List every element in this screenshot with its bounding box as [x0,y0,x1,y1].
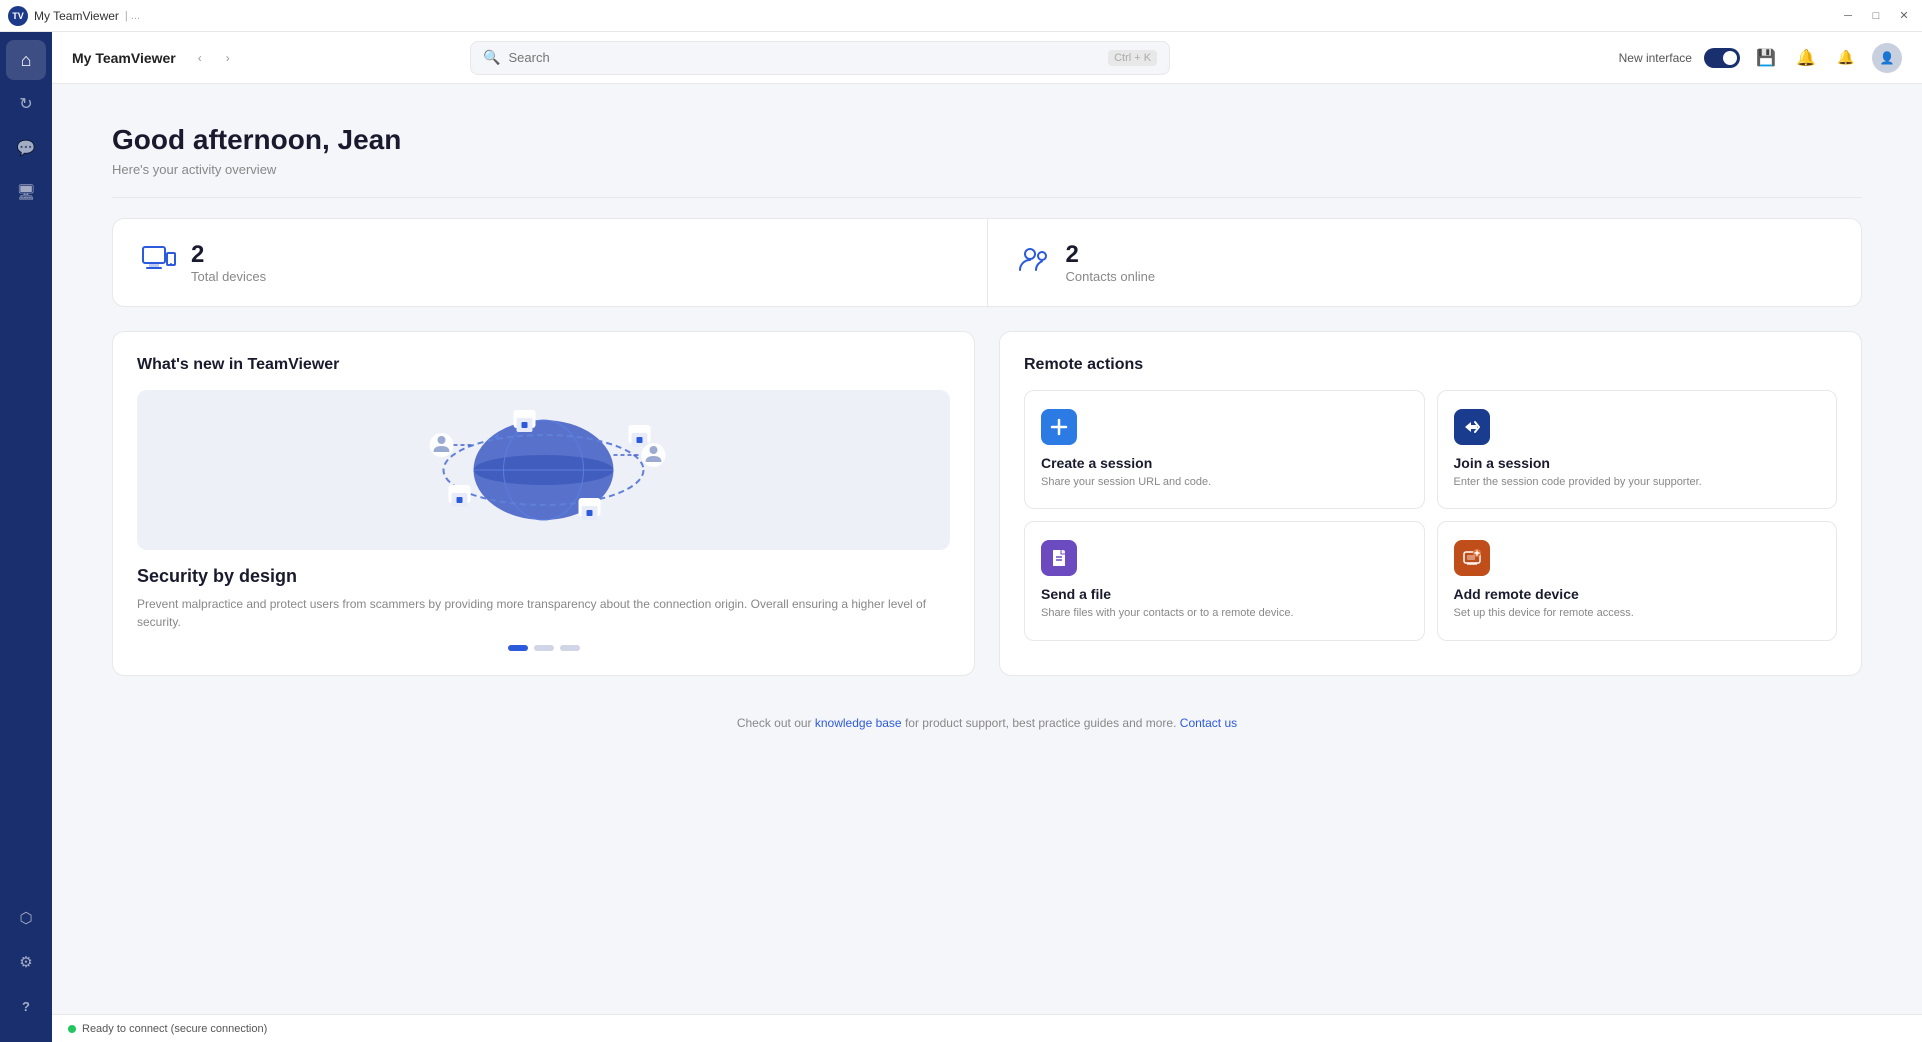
maximize-button[interactable]: □ [1866,6,1886,26]
page-greeting: Good afternoon, Jean [112,124,1862,156]
avatar[interactable]: 👤 [1872,43,1902,73]
window-controls: ─ □ ✕ [1838,6,1914,26]
remote-icon: ↻ [19,94,32,114]
stats-row: 2 Total devices 2 [112,218,1862,307]
join-session-title: Join a session [1454,455,1821,471]
knowledge-base-link[interactable]: knowledge base [815,716,902,730]
contact-us-link[interactable]: Contact us [1180,716,1237,730]
stat-devices: 2 Total devices [113,219,987,306]
contacts-info: 2 Contacts online [1066,241,1156,284]
dot-3[interactable] [560,645,580,651]
nav-forward-button[interactable]: › [216,46,240,70]
create-session-desc: Share your session URL and code. [1041,475,1408,490]
illustration-area [137,390,950,550]
nav-arrows: ‹ › [188,46,240,70]
nav-back-button[interactable]: ‹ [188,46,212,70]
contacts-icon [1016,242,1052,283]
add-remote-title: Add remote device [1454,586,1821,602]
sidebar: ⌂ ↻ 💬 🖥 ⬡ ⚙ ? [0,32,52,1042]
devices-count: 2 [191,241,266,269]
carousel-dots [137,645,950,651]
sidebar-bottom: ⬡ ⚙ ? [6,898,46,1034]
topbar: My TeamViewer ‹ › 🔍 Ctrl + K New interfa… [52,32,1922,84]
cards-row: What's new in TeamViewer [112,331,1862,676]
join-session-desc: Enter the session code provided by your … [1454,475,1821,490]
search-input[interactable] [508,50,1100,65]
action-join-session[interactable]: Join a session Enter the session code pr… [1437,390,1838,509]
create-session-title: Create a session [1041,455,1408,471]
sidebar-item-remote[interactable]: ↻ [6,84,46,124]
remote-actions-title: Remote actions [1024,356,1837,374]
save-icon[interactable]: 💾 [1752,44,1780,72]
app-logo: TV My TeamViewer | ... [8,6,140,26]
send-file-icon [1041,540,1077,576]
page-header: Good afternoon, Jean Here's your activit… [112,124,1862,177]
stat-contacts: 2 Contacts online [987,219,1862,306]
chevron-left-icon: ‹ [198,51,202,65]
whats-new-title: What's new in TeamViewer [137,356,950,374]
chat-icon: 💬 [17,139,36,157]
tv-logo-icon: TV [8,6,28,26]
window-extra: | ... [125,10,140,22]
action-send-file[interactable]: Send a file Share files with your contac… [1024,521,1425,640]
page-subtitle: Here's your activity overview [112,162,1862,177]
status-indicator [68,1025,76,1033]
join-session-icon [1454,409,1490,445]
titlebar: TV My TeamViewer | ... ─ □ ✕ [0,0,1922,32]
help-icon: ? [22,999,30,1014]
sidebar-item-chat[interactable]: 💬 [6,128,46,168]
contacts-label: Contacts online [1066,269,1156,284]
sidebar-item-home[interactable]: ⌂ [6,40,46,80]
notification-icon[interactable]: 🔔 [1792,44,1820,72]
footer-text-before: Check out our [737,716,815,730]
status-bar: Ready to connect (secure connection) [52,1014,1922,1042]
home-icon: ⌂ [21,50,32,71]
sidebar-item-help[interactable]: ? [6,986,46,1026]
remote-actions-card: Remote actions Create a session S [999,331,1862,676]
send-file-title: Send a file [1041,586,1408,602]
new-interface-toggle[interactable] [1704,48,1740,68]
sidebar-item-settings[interactable]: ⚙ [6,942,46,982]
whats-new-card: What's new in TeamViewer [112,331,975,676]
footer-text-middle: for product support, best practice guide… [905,716,1180,730]
send-file-desc: Share files with your contacts or to a r… [1041,606,1408,621]
slide-desc: Prevent malpractice and protect users fr… [137,595,950,631]
sidebar-item-monitor[interactable]: 🖥 [6,172,46,212]
devices-info: 2 Total devices [191,241,266,284]
add-remote-icon [1454,540,1490,576]
app-layout: ⌂ ↻ 💬 🖥 ⬡ ⚙ ? My TeamViewer [0,32,1922,1042]
main-content: Good afternoon, Jean Here's your activit… [52,84,1922,1014]
connections-icon: ⬡ [19,909,32,927]
new-interface-label: New interface [1619,51,1692,65]
page-breadcrumb: My TeamViewer [72,50,176,66]
action-grid: Create a session Share your session URL … [1024,390,1837,641]
monitor-icon: 🖥 [16,183,35,201]
alert-icon[interactable]: 🔔 [1832,44,1860,72]
topbar-right: New interface 💾 🔔 🔔 👤 [1619,43,1902,73]
chevron-right-icon: › [226,51,230,65]
add-remote-desc: Set up this device for remote access. [1454,606,1821,621]
security-illustration [137,390,950,550]
minimize-button[interactable]: ─ [1838,6,1858,26]
dot-2[interactable] [534,645,554,651]
contacts-count: 2 [1066,241,1156,269]
footer-bar: Check out our knowledge base for product… [112,700,1862,746]
content-area: My TeamViewer ‹ › 🔍 Ctrl + K New interfa… [52,32,1922,1042]
close-button[interactable]: ✕ [1894,6,1914,26]
sidebar-item-connections[interactable]: ⬡ [6,898,46,938]
create-session-icon [1041,409,1077,445]
search-bar[interactable]: 🔍 Ctrl + K [470,41,1170,75]
devices-label: Total devices [191,269,266,284]
status-text: Ready to connect (secure connection) [82,1023,267,1035]
dot-1[interactable] [508,645,528,651]
window-title: My TeamViewer [34,9,119,23]
settings-icon: ⚙ [19,953,32,971]
header-divider [112,197,1862,198]
action-add-remote[interactable]: Add remote device Set up this device for… [1437,521,1838,640]
devices-icon [141,241,177,284]
action-create-session[interactable]: Create a session Share your session URL … [1024,390,1425,509]
search-shortcut: Ctrl + K [1108,50,1157,66]
search-icon: 🔍 [483,49,500,66]
slide-title: Security by design [137,566,950,587]
